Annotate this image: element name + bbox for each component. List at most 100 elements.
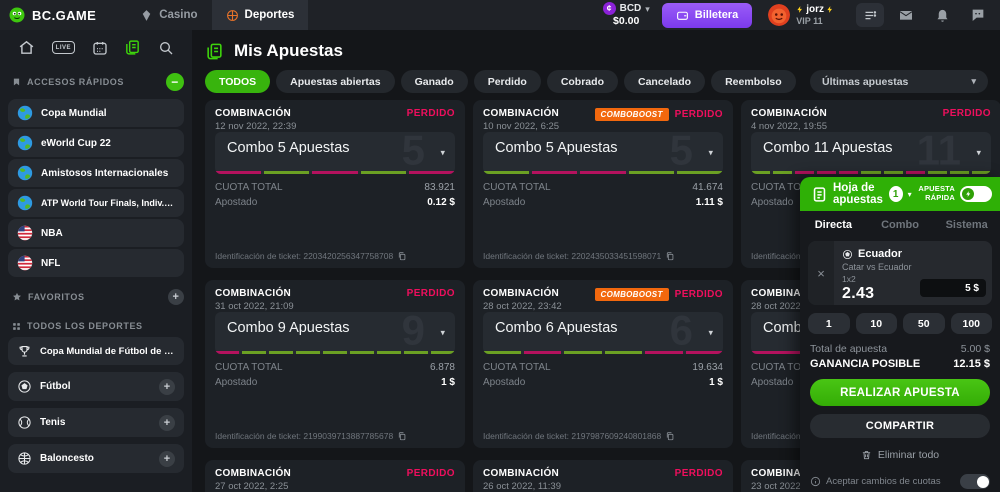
copy-icon[interactable]	[397, 251, 407, 261]
stake-input[interactable]: 5 $	[920, 279, 986, 297]
expand-baloncesto-button[interactable]: +	[159, 451, 175, 467]
stake-value: 1.11 $	[696, 197, 723, 208]
leg-lost-segment	[532, 171, 578, 174]
tab-casino[interactable]: Casino	[126, 0, 211, 30]
copy-icon[interactable]	[397, 431, 407, 441]
possible-win-value: 12.15 $	[953, 358, 990, 370]
currency-selector[interactable]: ¢ BCD ▾ $0.00	[603, 2, 650, 27]
chevron-down-icon[interactable]: ▾	[440, 328, 445, 339]
bet-list-icon[interactable]	[856, 3, 884, 27]
brand[interactable]: BC.GAME	[0, 6, 108, 24]
status-badge: PERDIDO	[675, 109, 723, 120]
sidebar-item-tenis[interactable]: Tenis +	[8, 408, 184, 437]
share-button[interactable]: COMPARTIR	[810, 414, 990, 438]
tab-combo[interactable]: Combo	[867, 219, 934, 231]
combo-panel[interactable]: Combo 9 Apuestas 9 ▾	[215, 312, 455, 354]
sidebar-item-atp-finals[interactable]: ATP World Tour Finals, Indiv. Masc.	[8, 189, 184, 217]
sidebar-item-nba[interactable]: NBA	[8, 219, 184, 247]
cuota-label: CUOTA TOTAL	[215, 362, 283, 373]
collapse-quick-access-button[interactable]: −	[166, 73, 184, 91]
info-icon	[810, 476, 821, 487]
mail-icon[interactable]	[892, 3, 920, 27]
tab-sistema[interactable]: Sistema	[933, 219, 1000, 231]
copy-icon[interactable]	[665, 251, 675, 261]
my-bets-icon[interactable]	[124, 39, 141, 56]
expand-futbol-button[interactable]: +	[159, 379, 175, 395]
betslip-header[interactable]: Hoja de apuestas 1 ▾ APUESTA RÁPIDA	[800, 177, 1000, 211]
leg-won-segment	[928, 171, 947, 174]
chat-icon[interactable]	[964, 3, 992, 27]
sidebar-item-amistosos[interactable]: Amistosos Internacionales	[8, 159, 184, 187]
sidebar-icon-nav: LIVE	[0, 30, 192, 63]
add-favorite-button[interactable]: +	[168, 289, 184, 305]
filter-reembolso[interactable]: Reembolso	[711, 70, 796, 93]
betslip-tabs: Directa Combo Sistema	[800, 211, 1000, 238]
live-icon[interactable]: LIVE	[52, 41, 75, 54]
combo-panel[interactable]: Combo 5 Apuestas 5 ▾	[215, 132, 455, 174]
home-icon[interactable]	[18, 39, 35, 56]
all-sports-header: TODOS LOS DEPORTES	[0, 311, 192, 337]
sort-dropdown[interactable]: Últimas apuestas ▾	[810, 70, 988, 93]
bell-icon[interactable]	[928, 3, 956, 27]
grid-icon	[12, 322, 21, 331]
chevron-down-icon[interactable]: ▾	[708, 328, 713, 339]
tab-directa[interactable]: Directa	[800, 219, 867, 231]
tab-deportes[interactable]: Deportes	[212, 0, 309, 30]
leg-lost-segment	[215, 351, 239, 354]
ticket-id: Identificación de ticket: 22024350334515…	[483, 251, 661, 261]
bet-card[interactable]: COMBINACIÓN 26 oct 2022, 11:39 PERDIDO ▾	[473, 460, 733, 492]
soccer-icon	[17, 379, 32, 394]
amount-1-button[interactable]: 1	[808, 313, 850, 334]
stake-label: Apostado	[215, 377, 257, 388]
combo-panel[interactable]: Combo 5 Apuestas 5 ▾	[483, 132, 723, 174]
calendar-icon[interactable]	[92, 40, 108, 56]
filter-cobrado[interactable]: Cobrado	[547, 70, 618, 93]
leg-won-segment	[564, 351, 602, 354]
leg-won-segment	[264, 171, 310, 174]
chevron-down-icon[interactable]: ▾	[976, 148, 981, 159]
sidebar-item-copa-mundial[interactable]: Copa Mundial	[8, 99, 184, 127]
amount-100-button[interactable]: 100	[951, 313, 993, 334]
chevron-down-icon[interactable]: ▾	[440, 148, 445, 159]
copy-icon[interactable]	[665, 431, 675, 441]
amount-50-button[interactable]: 50	[903, 313, 945, 334]
bet-date: 27 oct 2022, 2:25	[215, 481, 291, 492]
combo-panel[interactable]: Combo 6 Apuestas 6 ▾	[483, 312, 723, 354]
accept-odds-toggle[interactable]	[960, 474, 990, 489]
leg-lost-segment	[215, 171, 261, 174]
leg-won-segment	[884, 171, 903, 174]
sidebar-item-world-cup-2022[interactable]: Copa Mundial de Fútbol de 2022	[8, 337, 184, 365]
amount-10-button[interactable]: 10	[856, 313, 898, 334]
bet-card[interactable]: COMBINACIÓN 10 nov 2022, 6:25 COMBOBOOST…	[473, 100, 733, 268]
us-flag-icon	[17, 255, 33, 271]
comboboost-badge: COMBOBOOST	[595, 288, 669, 301]
filter-apuestas-abiertas[interactable]: Apuestas abiertas	[276, 70, 394, 93]
filter-todos[interactable]: TODOS	[205, 70, 270, 93]
sidebar-item-nfl[interactable]: NFL	[8, 249, 184, 277]
quick-bet-toggle[interactable]	[960, 186, 992, 202]
sidebar: LIVE ACCESOS RÁPIDOS − Copa Mundial eWor…	[0, 30, 192, 492]
user-meta[interactable]: jorz VIP 11	[796, 4, 834, 27]
remove-all-button[interactable]: Eliminar todo	[800, 449, 1000, 461]
sidebar-item-baloncesto[interactable]: Baloncesto +	[8, 444, 184, 473]
remove-selection-button[interactable]: ×	[808, 241, 834, 305]
bet-card[interactable]: COMBINACIÓN 12 nov 2022, 22:39 PERDIDO C…	[205, 100, 465, 268]
combo-panel[interactable]: Combo 11 Apuestas 11 ▾	[751, 132, 991, 174]
expand-tenis-button[interactable]: +	[159, 415, 175, 431]
leg-won-segment	[323, 351, 347, 354]
bet-card[interactable]: COMBINACIÓN 28 oct 2022, 23:42 COMBOBOOS…	[473, 280, 733, 448]
filter-cancelado[interactable]: Cancelado	[624, 70, 705, 93]
bet-card[interactable]: COMBINACIÓN 27 oct 2022, 2:25 PERDIDO ▾	[205, 460, 465, 492]
filter-ganado[interactable]: Ganado	[401, 70, 468, 93]
bet-card[interactable]: COMBINACIÓN 31 oct 2022, 21:09 PERDIDO C…	[205, 280, 465, 448]
leg-won-segment	[972, 171, 991, 174]
place-bet-button[interactable]: REALIZAR APUESTA	[810, 379, 990, 406]
filter-perdido[interactable]: Perdido	[474, 70, 541, 93]
sidebar-item-eworld-cup[interactable]: eWorld Cup 22	[8, 129, 184, 157]
search-icon[interactable]	[158, 40, 174, 56]
wallet-button[interactable]: Billetera	[662, 3, 752, 28]
chevron-down-icon[interactable]: ▾	[708, 148, 713, 159]
avatar[interactable]	[768, 4, 790, 26]
star-icon	[12, 292, 22, 302]
sidebar-item-futbol[interactable]: Fútbol +	[8, 372, 184, 401]
